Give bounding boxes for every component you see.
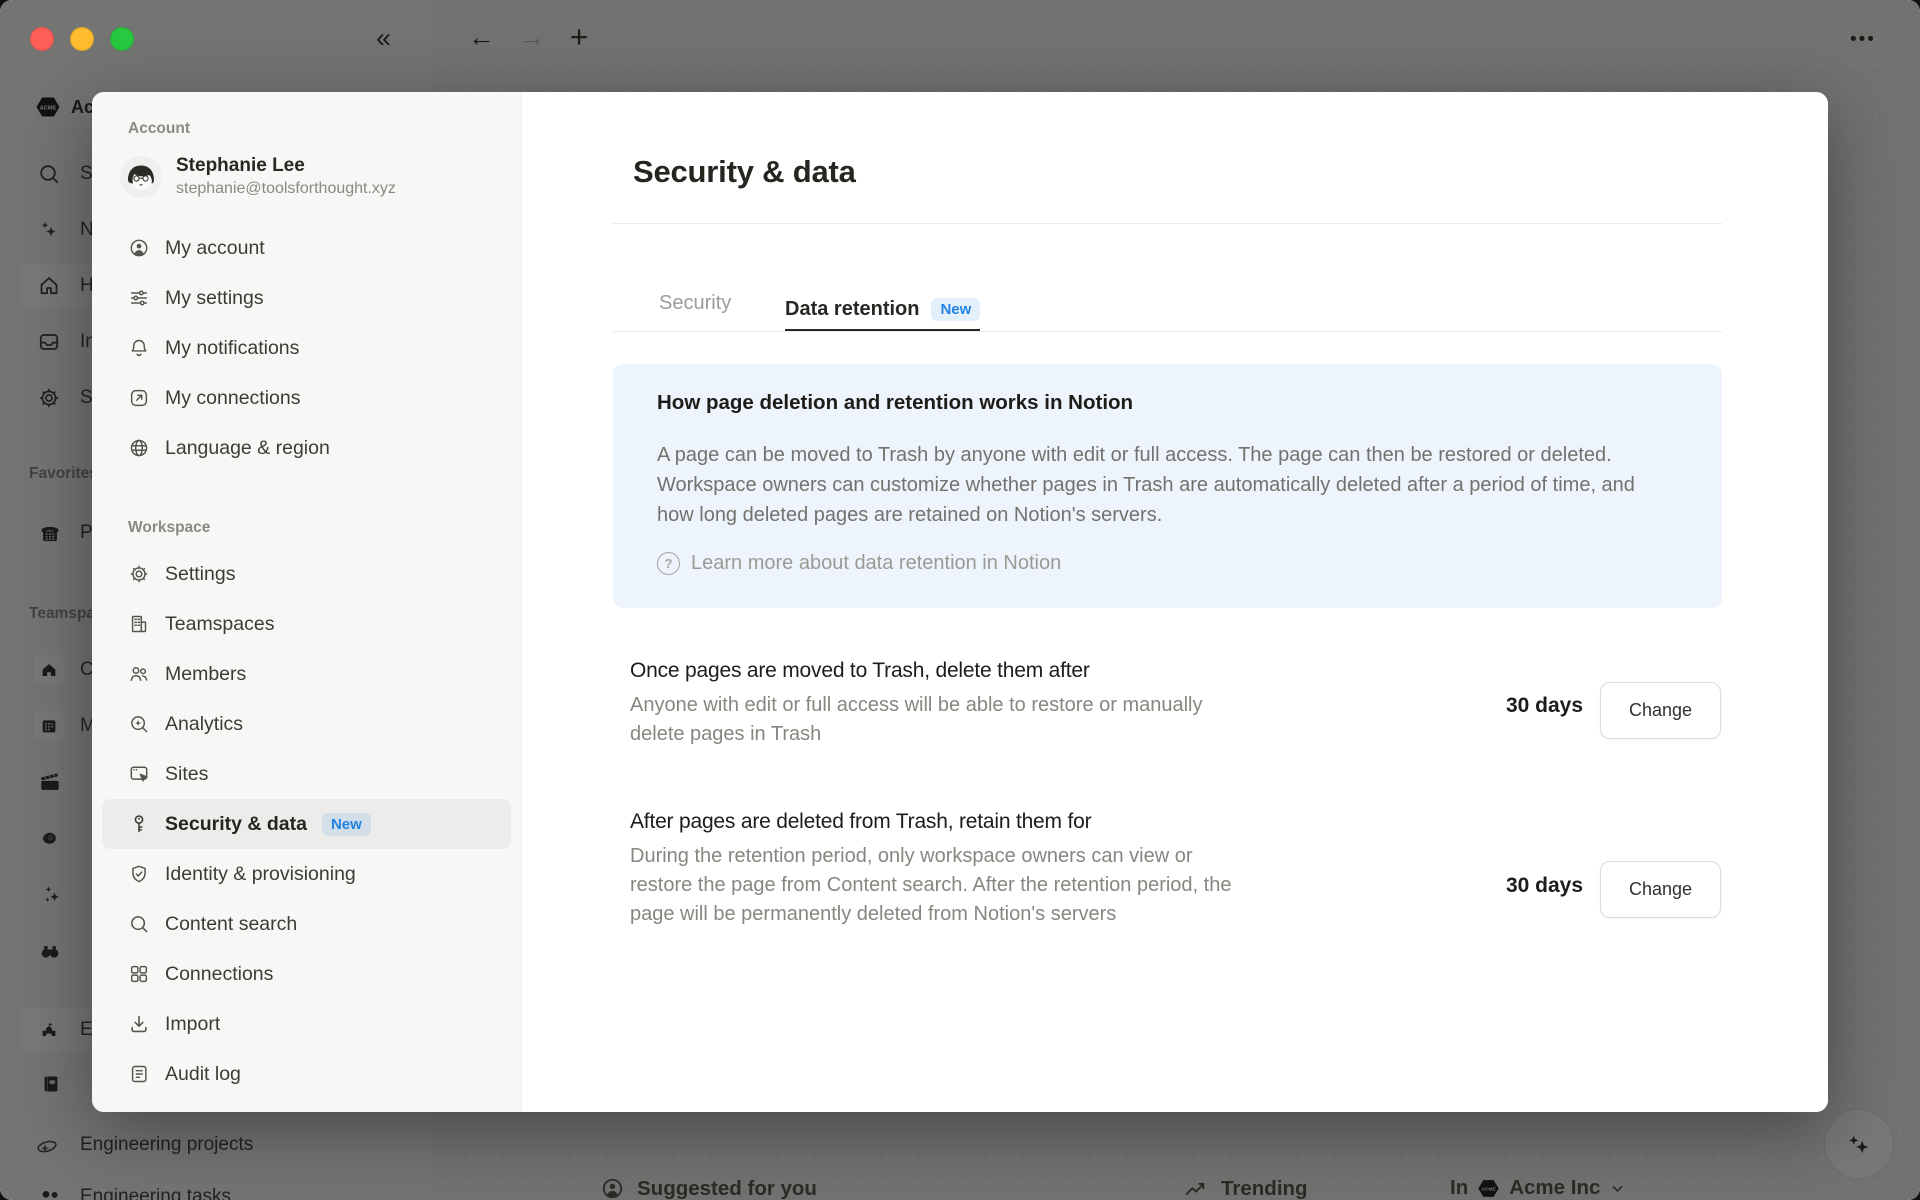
page-title: Security & data — [633, 154, 856, 190]
trash-delete-setting: Once pages are moved to Trash, delete th… — [630, 658, 1270, 749]
window-controls — [30, 27, 134, 51]
tab-data-retention[interactable]: Data retention New — [785, 292, 980, 332]
search-icon — [128, 913, 150, 935]
retention-period-setting: After pages are deleted from Trash, reta… — [630, 809, 1270, 929]
import-icon — [128, 1013, 150, 1035]
sites-icon — [128, 763, 150, 785]
settings-nav-my-notifications[interactable]: My notifications — [92, 323, 521, 373]
new-badge: New — [931, 298, 980, 321]
title-divider — [613, 223, 1722, 224]
settings-nav-language-region[interactable]: Language & region — [92, 423, 521, 473]
arrow-out-icon — [128, 387, 150, 409]
workspace-items: Settings Teamspaces Members Analytics Si… — [92, 549, 521, 1099]
settings-nav-import[interactable]: Import — [92, 999, 521, 1049]
settings-nav-identity-provisioning[interactable]: Identity & provisioning — [92, 849, 521, 899]
settings-nav-settings[interactable]: Settings — [92, 549, 521, 599]
user-name: Stephanie Lee — [176, 154, 396, 177]
setting-heading: Once pages are moved to Trash, delete th… — [630, 658, 1270, 684]
settings-content: Security & data Security Data retention … — [522, 92, 1828, 1112]
settings-nav-sites[interactable]: Sites — [92, 749, 521, 799]
shield-check-icon — [128, 863, 150, 885]
account-section-label: Account — [128, 120, 521, 138]
callout-heading: How page deletion and retention works in… — [657, 390, 1678, 416]
user-email: stephanie@toolsforthought.xyz — [176, 179, 396, 199]
settings-nav-audit-log[interactable]: Audit log — [92, 1049, 521, 1099]
setting-description: During the retention period, only worksp… — [630, 842, 1240, 929]
new-badge: New — [322, 813, 371, 836]
tabs-divider — [613, 331, 1722, 332]
analytics-icon — [128, 713, 150, 735]
settings-nav-content-search[interactable]: Content search — [92, 899, 521, 949]
grid-icon — [128, 963, 150, 985]
settings-nav-teamspaces[interactable]: Teamspaces — [92, 599, 521, 649]
settings-modal: Account Stephanie Lee stephanie@toolsfor… — [92, 92, 1828, 1112]
person-circle-icon — [128, 237, 150, 259]
change-retention-period-button[interactable]: Change — [1600, 861, 1721, 918]
building-icon — [128, 613, 150, 635]
change-trash-delete-button[interactable]: Change — [1600, 682, 1721, 739]
minimize-button[interactable] — [70, 27, 94, 51]
bell-icon — [128, 337, 150, 359]
settings-nav-analytics[interactable]: Analytics — [92, 699, 521, 749]
workspace-section-label: Workspace — [128, 519, 521, 537]
settings-nav-connections[interactable]: Connections — [92, 949, 521, 999]
account-items: My account My settings My notifications … — [92, 223, 521, 473]
audit-log-icon — [128, 1063, 150, 1085]
zoom-button[interactable] — [110, 27, 134, 51]
learn-more-link[interactable]: ? Learn more about data retention in Not… — [657, 552, 1678, 575]
notion-window: ACME Acme Inc Search Notion AI Home Inbo… — [0, 0, 1920, 1200]
settings-nav-members[interactable]: Members — [92, 649, 521, 699]
trash-delete-value: 30 days — [1506, 694, 1583, 718]
account-user-row[interactable]: Stephanie Lee stephanie@toolsforthought.… — [120, 154, 521, 199]
globe-icon — [128, 437, 150, 459]
close-button[interactable] — [30, 27, 54, 51]
settings-nav-my-account[interactable]: My account — [92, 223, 521, 273]
key-icon — [128, 813, 150, 835]
callout-body: A page can be moved to Trash by anyone w… — [657, 440, 1647, 530]
setting-description: Anyone with edit or full access will be … — [630, 691, 1240, 749]
gear-icon — [128, 563, 150, 585]
avatar — [120, 156, 162, 198]
tab-security[interactable]: Security — [659, 292, 731, 315]
settings-nav-my-connections[interactable]: My connections — [92, 373, 521, 423]
settings-nav-my-settings[interactable]: My settings — [92, 273, 521, 323]
settings-nav-security-data[interactable]: Security & data New — [102, 799, 511, 849]
retention-period-value: 30 days — [1506, 874, 1583, 898]
help-circle-icon: ? — [657, 552, 680, 575]
retention-info-callout: How page deletion and retention works in… — [613, 364, 1722, 608]
sliders-icon — [128, 287, 150, 309]
settings-sidebar: Account Stephanie Lee stephanie@toolsfor… — [92, 92, 522, 1112]
members-icon — [128, 663, 150, 685]
setting-heading: After pages are deleted from Trash, reta… — [630, 809, 1270, 835]
